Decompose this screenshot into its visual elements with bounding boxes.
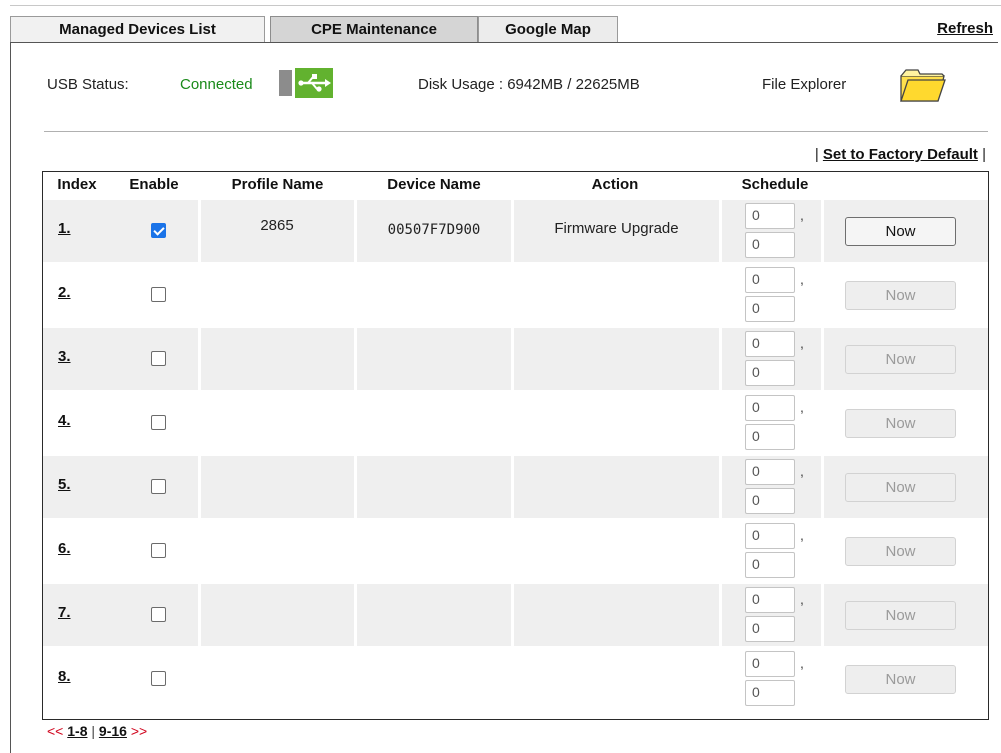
pager-next[interactable]: >> — [131, 723, 147, 739]
schedule-field-b[interactable]: 0 — [745, 616, 795, 642]
now-button[interactable]: Now — [845, 537, 956, 566]
row-index-link[interactable]: 4. — [58, 412, 88, 429]
cell-separator — [719, 456, 722, 518]
profile-name-cell: 2865 — [260, 217, 294, 234]
schedule-comma: , — [800, 207, 804, 223]
header-device-name: Device Name — [387, 176, 481, 193]
schedule-field-a[interactable]: 0 — [745, 267, 795, 293]
pager-page-1-8[interactable]: 1-8 — [67, 723, 87, 739]
cell-separator — [719, 328, 722, 390]
cell-separator — [821, 456, 824, 518]
schedule-comma: , — [800, 271, 804, 287]
tab-google-map[interactable]: Google Map — [478, 16, 618, 43]
row-index-link[interactable]: 3. — [58, 348, 88, 365]
tab-cpe-maintenance[interactable]: CPE Maintenance — [270, 16, 478, 43]
cell-separator — [198, 584, 201, 646]
cell-separator — [821, 200, 824, 262]
enable-checkbox[interactable] — [151, 287, 166, 302]
schedule-field-a[interactable]: 0 — [745, 331, 795, 357]
schedule-field-b[interactable]: 0 — [745, 296, 795, 322]
schedule-field-a[interactable]: 0 — [745, 587, 795, 613]
row-index-link[interactable]: 7. — [58, 604, 88, 621]
schedule-comma: , — [800, 463, 804, 479]
file-explorer-label: File Explorer — [762, 76, 847, 93]
now-button[interactable]: Now — [845, 601, 956, 630]
schedule-field-a[interactable]: 0 — [745, 203, 795, 229]
row-index-link[interactable]: 8. — [58, 668, 88, 685]
header-enable: Enable — [129, 176, 179, 193]
factory-default-bar: | Set to Factory Default | — [814, 146, 986, 163]
now-button[interactable]: Now — [845, 409, 956, 438]
schedule-field-a[interactable]: 0 — [745, 459, 795, 485]
schedule-comma: , — [800, 655, 804, 671]
header-index: Index — [57, 176, 97, 193]
schedule-comma: , — [800, 399, 804, 415]
schedule-field-a[interactable]: 0 — [745, 523, 795, 549]
schedule-field-b[interactable]: 0 — [745, 552, 795, 578]
enable-checkbox[interactable] — [151, 671, 166, 686]
top-rule — [10, 5, 1001, 6]
enable-checkbox[interactable] — [151, 479, 166, 494]
enable-checkbox[interactable] — [151, 543, 166, 558]
row-index-link[interactable]: 1. — [58, 220, 88, 237]
refresh-link[interactable]: Refresh — [937, 16, 993, 42]
usb-plug-icon — [279, 68, 333, 98]
cell-separator — [511, 328, 514, 390]
schedule-field-b[interactable]: 0 — [745, 360, 795, 386]
cell-separator — [821, 328, 824, 390]
cell-separator — [511, 584, 514, 646]
header-schedule: Schedule — [741, 176, 809, 193]
row-index-link[interactable]: 5. — [58, 476, 88, 493]
now-button[interactable]: Now — [845, 665, 956, 694]
cell-separator — [354, 456, 357, 518]
cell-separator — [354, 584, 357, 646]
pager-prev[interactable]: << — [47, 723, 63, 739]
cell-separator — [198, 456, 201, 518]
schedule-field-a[interactable]: 0 — [745, 395, 795, 421]
schedule-comma: , — [800, 527, 804, 543]
now-button[interactable]: Now — [845, 217, 956, 246]
row-index-link[interactable]: 2. — [58, 284, 88, 301]
pager-page-9-16[interactable]: 9-16 — [99, 723, 127, 739]
now-button[interactable]: Now — [845, 345, 956, 374]
action-cell: Firmware Upgrade — [554, 220, 679, 237]
set-factory-default-link[interactable]: Set to Factory Default — [823, 146, 978, 163]
cell-separator — [198, 328, 201, 390]
now-button[interactable]: Now — [845, 281, 956, 310]
cell-separator — [354, 328, 357, 390]
device-name-cell: 00507F7D900 — [387, 222, 481, 238]
header-action: Action — [591, 176, 639, 193]
enable-checkbox[interactable] — [151, 351, 166, 366]
schedule-field-a[interactable]: 0 — [745, 651, 795, 677]
pagination: << 1-8 | 9-16 >> — [47, 723, 148, 739]
schedule-field-b[interactable]: 0 — [745, 232, 795, 258]
tab-managed-devices-list[interactable]: Managed Devices List — [10, 16, 265, 43]
now-button[interactable]: Now — [845, 473, 956, 502]
usb-status-value: Connected — [180, 76, 253, 93]
schedule-comma: , — [800, 335, 804, 351]
cell-separator — [511, 456, 514, 518]
usb-status-label: USB Status: — [47, 76, 129, 93]
enable-checkbox[interactable] — [151, 607, 166, 622]
row-index-link[interactable]: 6. — [58, 540, 88, 557]
folder-icon[interactable] — [898, 67, 946, 105]
header-profile-name: Profile Name — [231, 176, 324, 193]
schedule-field-b[interactable]: 0 — [745, 424, 795, 450]
cell-separator — [719, 584, 722, 646]
disk-usage-text: Disk Usage : 6942MB / 22625MB — [418, 76, 640, 93]
divider — [44, 131, 988, 132]
enable-checkbox[interactable] — [151, 415, 166, 430]
schedule-comma: , — [800, 591, 804, 607]
enable-checkbox[interactable] — [151, 223, 166, 238]
cell-separator — [821, 584, 824, 646]
tab-bar: Managed Devices List CPE Maintenance Goo… — [10, 16, 1001, 43]
schedule-field-b[interactable]: 0 — [745, 680, 795, 706]
schedule-field-b[interactable]: 0 — [745, 488, 795, 514]
